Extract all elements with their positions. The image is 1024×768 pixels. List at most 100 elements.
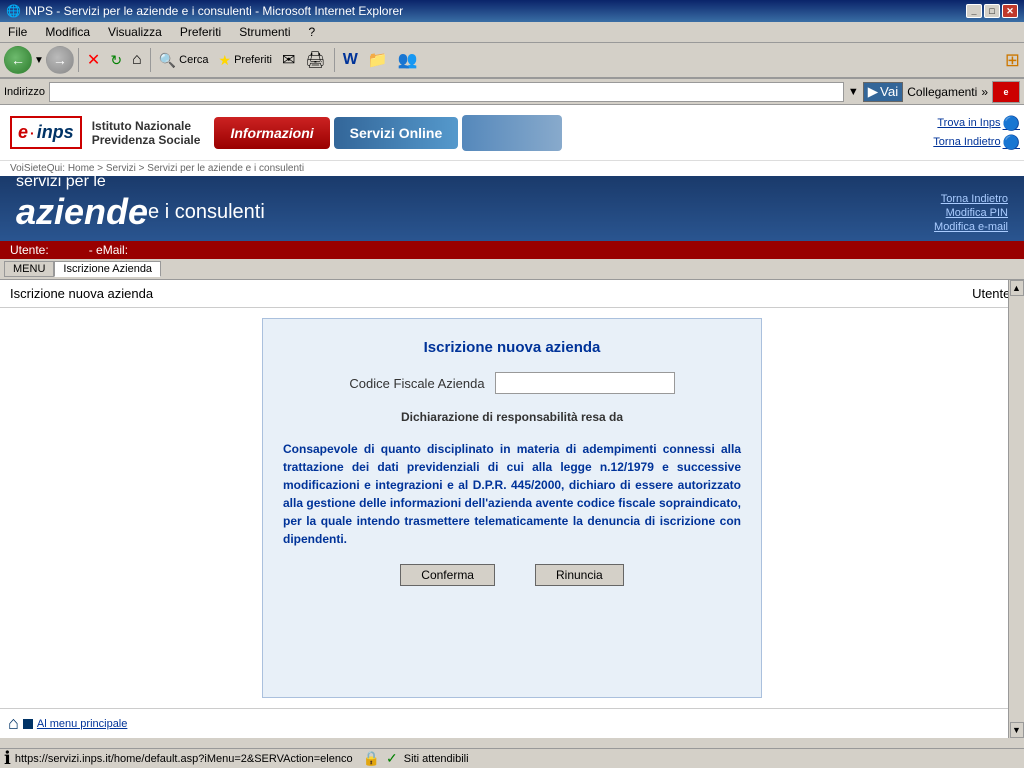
refresh-button[interactable]: ↻: [106, 50, 126, 71]
forward-button[interactable]: →: [46, 46, 74, 74]
status-bar: ℹ https://servizi.inps.it/home/default.a…: [0, 748, 1024, 768]
bottom-link-area: ⌂ Al menu principale: [0, 708, 1024, 738]
vai-button[interactable]: ▶ Vai: [863, 82, 904, 102]
inps-visual-banner: [462, 115, 562, 151]
status-left: ℹ https://servizi.inps.it/home/default.a…: [4, 748, 353, 768]
browser-icon: 🌐: [6, 4, 21, 18]
inps-logo-text: Istituto Nazionale Previdenza Sociale: [92, 119, 201, 147]
maximize-button[interactable]: □: [984, 4, 1000, 18]
dichiarazione-text: Consapevole di quanto disciplinato in ma…: [283, 440, 741, 548]
favorites-label: Preferiti: [234, 54, 272, 66]
print-button[interactable]: 🖨: [301, 48, 329, 72]
menu-strumenti[interactable]: Strumenti: [235, 24, 294, 40]
minimize-button[interactable]: _: [966, 4, 982, 18]
search-button[interactable]: 🔍 Cerca: [155, 50, 213, 71]
print-icon: 🖨: [305, 50, 325, 70]
menu-nav-item[interactable]: MENU: [4, 261, 54, 277]
scrollbar[interactable]: ▲ ▼: [1008, 280, 1024, 738]
al-menu-principale-link[interactable]: Al menu principale: [37, 718, 128, 730]
menu-preferiti[interactable]: Preferiti: [176, 24, 225, 40]
trova-link[interactable]: Trova in Inps 🔵: [937, 115, 1020, 132]
nav-breadcrumb: MENU Iscrizione Azienda: [0, 259, 1024, 280]
separator-1: [78, 48, 79, 72]
title-bar: 🌐 INPS - Servizi per le aziende e i cons…: [0, 0, 1024, 22]
banner-aziende: aziende: [16, 191, 148, 233]
form-box: Iscrizione nuova azienda Codice Fiscale …: [262, 318, 762, 698]
stop-button[interactable]: ✕: [83, 48, 104, 72]
current-page-item[interactable]: Iscrizione Azienda: [54, 261, 161, 277]
inps-header: e · inps Istituto Nazionale Previdenza S…: [0, 105, 1024, 176]
content-header-title: Iscrizione nuova azienda: [10, 286, 153, 301]
mail-button[interactable]: ✉: [278, 48, 299, 72]
utente-label: Utente:: [10, 243, 49, 257]
favorites-button[interactable]: ★ Preferiti: [215, 50, 276, 71]
folder-button[interactable]: 📁: [364, 48, 392, 72]
menu-file[interactable]: File: [4, 24, 31, 40]
home-bottom-icon: ⌂: [8, 713, 19, 734]
codice-fiscale-row: Codice Fiscale Azienda: [349, 372, 674, 394]
inps-favicon[interactable]: e: [992, 81, 1020, 103]
inps-nav-buttons: Informazioni Servizi Online: [210, 111, 566, 155]
blue-banner: servizi per le aziende e i consulenti To…: [0, 176, 1024, 241]
rinuncia-button[interactable]: Rinuncia: [535, 564, 624, 586]
user-bar: Utente: - eMail:: [0, 241, 1024, 259]
inps-right-links: Trova in Inps 🔵 Torna Indietro 🔵: [929, 113, 1024, 153]
form-buttons: Conferma Rinuncia: [400, 564, 623, 586]
scroll-track: [1010, 296, 1024, 722]
logo-e: e: [18, 122, 28, 143]
home-icon: ⌂: [132, 51, 142, 69]
refresh-icon: ↻: [110, 52, 122, 69]
banner-title-small: servizi per le: [16, 173, 265, 191]
address-dropdown[interactable]: ▼: [848, 86, 859, 98]
inps-favicon-text: e: [1003, 87, 1008, 97]
logo-dot: ·: [30, 125, 35, 141]
address-bar: Indirizzo ▼ ▶ Vai Collegamenti » e: [0, 79, 1024, 105]
torna-indietro-link[interactable]: Torna Indietro: [941, 193, 1008, 205]
home-button[interactable]: ⌂: [128, 49, 146, 71]
scroll-down[interactable]: ▼: [1010, 722, 1024, 738]
banner-suffix: e i consulenti: [148, 201, 265, 224]
codice-fiscale-input[interactable]: [495, 372, 675, 394]
collegamenti-label[interactable]: Collegamenti: [907, 85, 977, 99]
logo-inps: inps: [37, 122, 74, 143]
windows-logo: ⊞: [1005, 50, 1020, 71]
star-icon: ★: [219, 52, 232, 69]
word-button[interactable]: W: [339, 49, 362, 71]
servizi-online-button[interactable]: Servizi Online: [334, 117, 459, 149]
scroll-up[interactable]: ▲: [1010, 280, 1024, 296]
trova-icon: 🔵: [1003, 115, 1020, 132]
status-icon: ℹ: [4, 748, 11, 768]
conferma-button[interactable]: Conferma: [400, 564, 495, 586]
people-icon: 👥: [398, 50, 418, 70]
banner-title-row: aziende e i consulenti: [16, 191, 265, 233]
people-button[interactable]: 👥: [394, 48, 422, 72]
menu-bar: File Modifica Visualizza Preferiti Strum…: [0, 22, 1024, 43]
status-url: https://servizi.inps.it/home/default.asp…: [15, 753, 353, 765]
modifica-email-link[interactable]: Modifica e-mail: [934, 221, 1008, 233]
inps-header-main: e · inps Istituto Nazionale Previdenza S…: [0, 105, 1024, 160]
inps-logo: e · inps Istituto Nazionale Previdenza S…: [0, 112, 210, 153]
toolbar: ← ▼ → ✕ ↻ ⌂ 🔍 Cerca ★ Preferiti ✉ 🖨 W 📁 …: [0, 43, 1024, 79]
back-dropdown[interactable]: ▼: [34, 55, 44, 66]
siti-attendibili: Siti attendibili: [404, 753, 469, 765]
torna-link[interactable]: Torna Indietro 🔵: [933, 134, 1020, 151]
modifica-pin-link[interactable]: Modifica PIN: [946, 207, 1008, 219]
torna-icon: 🔵: [1003, 134, 1020, 151]
close-button[interactable]: ✕: [1002, 4, 1018, 18]
inps-logo-box[interactable]: e · inps: [10, 116, 82, 149]
folder-icon: 📁: [368, 50, 388, 70]
menu-visualizza[interactable]: Visualizza: [104, 24, 166, 40]
menu-icon-square: [23, 719, 33, 729]
address-input[interactable]: [49, 82, 844, 102]
separator-2: [150, 48, 151, 72]
content-header: Iscrizione nuova azienda Utente:: [0, 280, 1024, 308]
collegamenti-arrow[interactable]: »: [981, 85, 988, 99]
logo-line2: Previdenza Sociale: [92, 133, 201, 147]
menu-help[interactable]: ?: [305, 24, 320, 40]
menu-modifica[interactable]: Modifica: [41, 24, 94, 40]
informazioni-button[interactable]: Informazioni: [214, 117, 329, 149]
word-icon: W: [343, 51, 358, 69]
main-content: Iscrizione nuova azienda Utente: Iscrizi…: [0, 280, 1024, 738]
banner-right: Torna Indietro Modifica PIN Modifica e-m…: [934, 193, 1008, 233]
back-button[interactable]: ←: [4, 46, 32, 74]
